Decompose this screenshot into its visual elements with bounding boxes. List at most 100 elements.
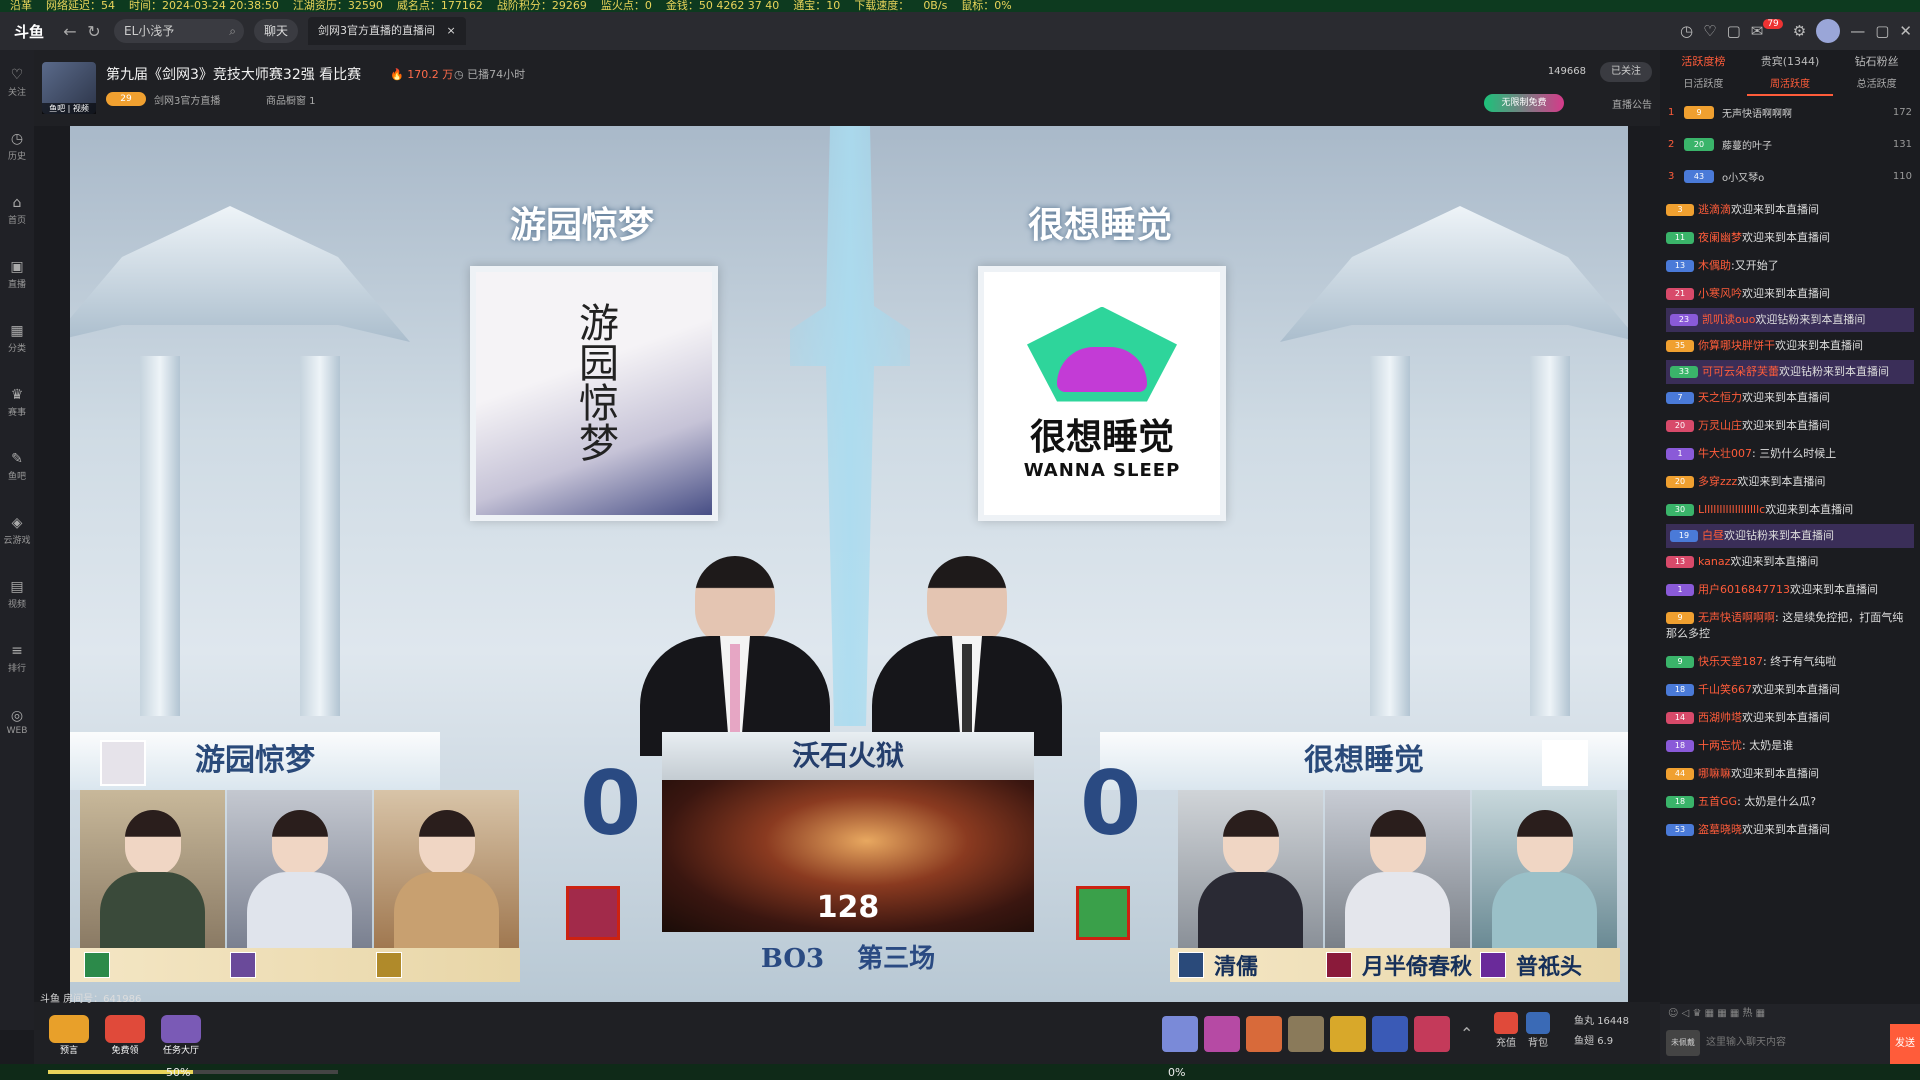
chat-username[interactable]: Lllllllllllllllllllc xyxy=(1698,503,1765,516)
close-icon[interactable]: ✕ xyxy=(1899,22,1912,40)
tab-live-room[interactable]: 剑网3官方直播的直播间 × xyxy=(308,17,466,45)
level-badge: 35 xyxy=(1666,340,1694,352)
team-a-bar: 游园惊梦 xyxy=(70,732,440,790)
sidebar-item-直播[interactable]: ▣ 直播 xyxy=(0,242,34,306)
settings-icon[interactable]: ⚙ xyxy=(1793,22,1806,40)
gift-icon[interactable] xyxy=(1204,1016,1240,1052)
chat-tab[interactable]: 贵宾(1344) xyxy=(1747,50,1834,74)
chat-tab[interactable]: 钻石粉丝 xyxy=(1833,50,1920,74)
live-time-text: 已播74小时 xyxy=(467,68,526,81)
chat-username[interactable]: 天之恒力 xyxy=(1698,391,1742,404)
message-badge: 79 xyxy=(1763,19,1783,29)
chat-username[interactable]: 可可云朵舒芙蕾 xyxy=(1702,365,1779,378)
chat-tab[interactable]: 活跃度榜 xyxy=(1660,50,1747,74)
gift-icon[interactable] xyxy=(1330,1016,1366,1052)
chat-username[interactable]: 西湖帅塔 xyxy=(1698,711,1742,724)
volume-bar[interactable] xyxy=(48,1070,338,1074)
fan-badge-selector[interactable]: 未佩戴 xyxy=(1666,1030,1700,1056)
sidebar-item-关注[interactable]: ♡ 关注 xyxy=(0,50,34,114)
room-avatar[interactable]: 鱼吧 | 视频 xyxy=(42,62,96,114)
chat-username[interactable]: 十两忘忧 xyxy=(1698,739,1742,752)
gift-icon[interactable] xyxy=(1372,1016,1408,1052)
sidebar-item-视频[interactable]: ▤ 视频 xyxy=(0,562,34,626)
recharge-button[interactable]: 充值 xyxy=(1494,1012,1518,1049)
sidebar-item-赛事[interactable]: ♛ 赛事 xyxy=(0,370,34,434)
chat-username[interactable]: 凯叽读ouo xyxy=(1702,313,1755,326)
chat-tabs: 活跃度榜 贵宾(1344) 钻石粉丝 xyxy=(1660,50,1920,74)
activity-item[interactable]: 任务大厅 xyxy=(156,1010,206,1056)
follow-button[interactable]: 已关注 xyxy=(1600,62,1652,82)
chat-username[interactable]: 无声快语啊啊啊 xyxy=(1698,611,1775,624)
chat-username[interactable]: 木偶助 xyxy=(1698,259,1731,272)
backpack-button[interactable]: 背包 xyxy=(1526,1012,1550,1049)
gift-icon[interactable] xyxy=(1288,1016,1324,1052)
chat-username[interactable]: 五首GG xyxy=(1698,795,1737,808)
sidebar-item-WEB[interactable]: ◎ WEB xyxy=(0,690,34,754)
sidebar-item-历史[interactable]: ◷ 历史 xyxy=(0,114,34,178)
favorite-icon[interactable]: ♡ xyxy=(1703,22,1716,40)
user-avatar[interactable] xyxy=(1816,19,1841,43)
chat-message: 19 白昼欢迎钻粉来到本直播间 xyxy=(1666,524,1914,548)
left-percent: 50% xyxy=(166,1066,191,1079)
rank-row[interactable]: 2 20 藤蔓的叶子 131 xyxy=(1660,128,1920,160)
chat-button[interactable]: 聊天 xyxy=(254,19,299,43)
video-player[interactable]: 游园惊梦 很想睡觉 游园惊梦 很想睡觉 WANNA SLEEP 游园惊梦 很想睡… xyxy=(70,126,1628,1002)
announcement-link[interactable]: 直播公告 xyxy=(1612,96,1652,111)
nav-label: 赛事 xyxy=(7,407,26,418)
heat-value: 🔥 170.2 万 xyxy=(390,68,454,81)
refresh-icon[interactable]: ↻ xyxy=(82,22,106,41)
gift-bar: ⌃ xyxy=(1162,1016,1473,1052)
team-b-bar: 很想睡觉 xyxy=(1100,732,1628,790)
gift-icon[interactable] xyxy=(1246,1016,1282,1052)
activity-item[interactable]: 免费领 xyxy=(100,1010,150,1056)
chat-username[interactable]: 多穿zzz xyxy=(1698,475,1737,488)
chat-username[interactable]: 牛大壮007 xyxy=(1698,447,1752,460)
anchor-name[interactable]: 剑网3官方直播 xyxy=(154,92,220,107)
sidebar-item-云游戏[interactable]: ◈ 云游戏 xyxy=(0,498,34,562)
chat-subtab[interactable]: 总活跃度 xyxy=(1833,74,1920,96)
promo-banner[interactable]: 无限制免费 xyxy=(1484,94,1564,112)
chat-subtab[interactable]: 周活跃度 xyxy=(1746,74,1834,96)
search-input[interactable]: EL小浅予 ⌕ xyxy=(114,19,244,43)
sidebar-item-首页[interactable]: ⌂ 首页 xyxy=(0,178,34,242)
chat-username[interactable]: 万灵山庄 xyxy=(1698,419,1742,432)
gift-icon[interactable] xyxy=(1162,1016,1198,1052)
rank-name: 无声快语啊啊啊 xyxy=(1722,108,1792,120)
calendar-icon[interactable]: ▢ xyxy=(1727,22,1741,40)
minimize-icon[interactable]: — xyxy=(1850,22,1865,40)
tab-close-icon[interactable]: × xyxy=(447,24,456,37)
sidebar-item-鱼吧[interactable]: ✎ 鱼吧 xyxy=(0,434,34,498)
sidebar-item-分类[interactable]: ▦ 分类 xyxy=(0,306,34,370)
chat-username[interactable]: 小寒风吟 xyxy=(1698,287,1742,300)
chat-username[interactable]: kanaz xyxy=(1698,555,1730,568)
chat-username[interactable]: 盗墓晓晓 xyxy=(1698,823,1742,836)
chat-subtab[interactable]: 日活跃度 xyxy=(1660,74,1747,96)
maximize-icon[interactable]: ▢ xyxy=(1875,22,1889,40)
activity-item[interactable]: 预言 xyxy=(44,1010,94,1056)
back-icon[interactable]: ← xyxy=(58,22,82,41)
chat-username[interactable]: 夜阑幽梦 xyxy=(1698,231,1742,244)
shop-window-link[interactable]: 商品橱窗 1 xyxy=(266,92,316,107)
chevron-up-icon[interactable]: ⌃ xyxy=(1460,1016,1473,1052)
search-icon[interactable]: ⌕ xyxy=(229,19,236,43)
rank-row[interactable]: 3 43 o小又琴o 110 xyxy=(1660,160,1920,192)
chat-username[interactable]: 用户6016847713 xyxy=(1698,583,1790,596)
level-badge: 43 xyxy=(1684,169,1714,183)
rank-row[interactable]: 1 9 无声快语啊啊啊 172 xyxy=(1660,96,1920,128)
chat-username[interactable]: 快乐天堂187 xyxy=(1698,655,1763,668)
send-button[interactable]: 发送 xyxy=(1890,1024,1920,1064)
anchor-level-badge: 29 xyxy=(106,92,146,106)
chat-username[interactable]: 哪嘛嘛 xyxy=(1698,767,1731,780)
douyu-logo[interactable]: 斗鱼 xyxy=(0,12,58,50)
chat-username[interactable]: 你算哪块胖饼干 xyxy=(1698,339,1775,352)
chat-input[interactable]: 这里输入聊天内容 xyxy=(1706,1030,1856,1056)
chat-username[interactable]: 白昼 xyxy=(1702,529,1724,542)
sidebar-item-排行[interactable]: ≡ 排行 xyxy=(0,626,34,690)
chat-username[interactable]: 千山笑667 xyxy=(1698,683,1752,696)
gift-icon[interactable] xyxy=(1414,1016,1450,1052)
heat-text: 170.2 万 xyxy=(407,68,454,81)
chat-username[interactable]: 逃滴滴 xyxy=(1698,203,1731,216)
message-icon[interactable]: ✉ xyxy=(1751,22,1764,40)
rank-number: 1 xyxy=(1668,106,1675,118)
history-icon[interactable]: ◷ xyxy=(1680,22,1693,40)
